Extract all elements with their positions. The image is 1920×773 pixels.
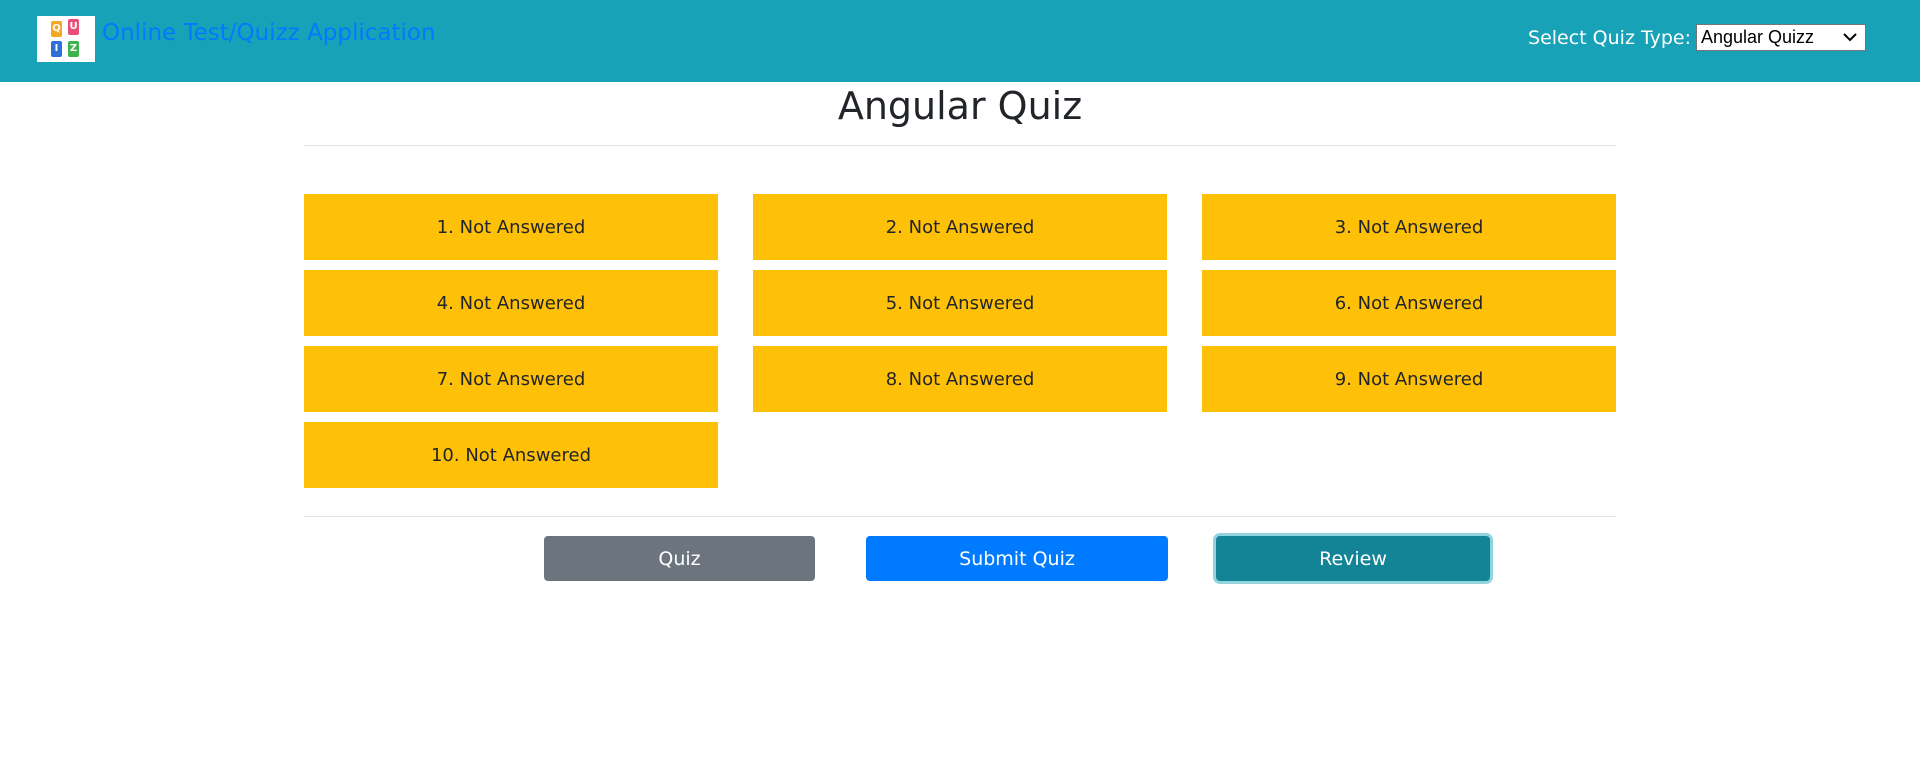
question-status-button[interactable]: 10. Not Answered [304, 422, 718, 488]
quiz-button[interactable]: Quiz [544, 536, 815, 581]
quiz-type-label: Select Quiz Type: [1528, 26, 1691, 49]
question-status-button[interactable]: 9. Not Answered [1202, 346, 1616, 412]
chevron-down-icon [1843, 33, 1857, 42]
question-status-button[interactable]: 3. Not Answered [1202, 194, 1616, 260]
brand-title[interactable]: Online Test/Quizz Application [102, 20, 436, 46]
submit-quiz-button[interactable]: Submit Quiz [866, 536, 1168, 581]
question-status-button[interactable]: 7. Not Answered [304, 346, 718, 412]
title-divider [304, 145, 1616, 146]
question-status-button[interactable]: 6. Not Answered [1202, 270, 1616, 336]
question-grid: 1. Not Answered 2. Not Answered 3. Not A… [304, 194, 1616, 488]
quiz-type-selector: Select Quiz Type: Angular Quizz [1528, 24, 1866, 51]
page-title: Angular Quiz [837, 84, 1083, 128]
navbar: Q U I Z Online Test/Quizz Application Se… [0, 0, 1920, 82]
question-status-button[interactable]: 4. Not Answered [304, 270, 718, 336]
quiz-type-selected-value: Angular Quizz [1701, 27, 1815, 47]
question-status-button[interactable]: 5. Not Answered [753, 270, 1167, 336]
quiz-type-select[interactable]: Angular Quizz [1696, 24, 1866, 51]
quiz-logo-icon: Q U I Z [37, 16, 95, 62]
question-status-button[interactable]: 1. Not Answered [304, 194, 718, 260]
actions-divider [304, 516, 1616, 517]
question-status-button[interactable]: 2. Not Answered [753, 194, 1167, 260]
question-status-button[interactable]: 8. Not Answered [753, 346, 1167, 412]
review-button[interactable]: Review [1216, 536, 1490, 581]
brand[interactable]: Q U I Z Online Test/Quizz Application [37, 16, 436, 62]
